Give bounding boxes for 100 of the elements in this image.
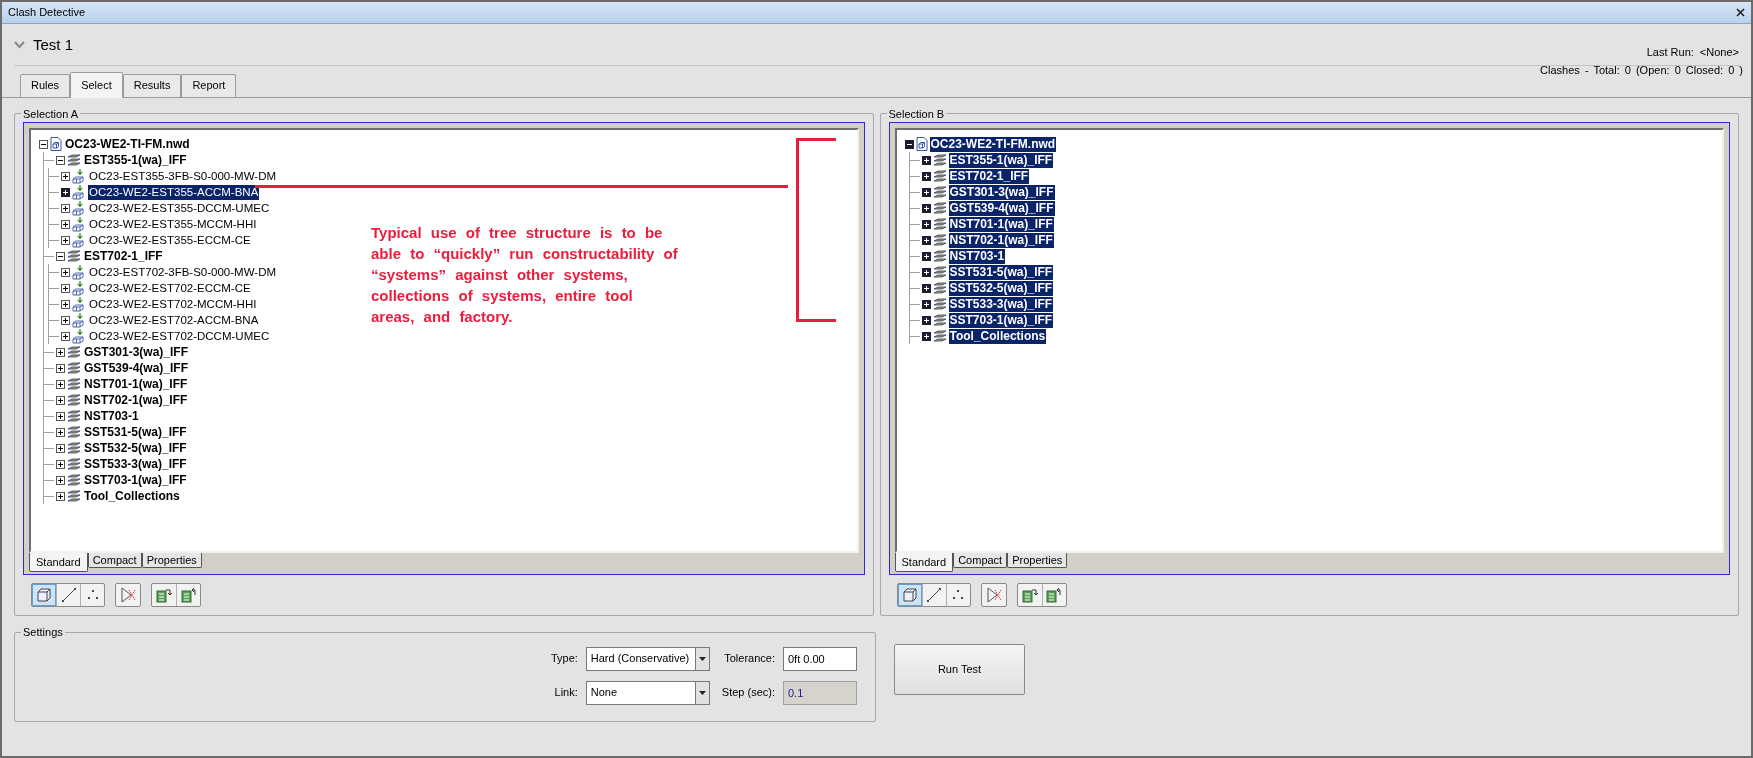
tab[interactable]: Results [122, 73, 182, 97]
tree-item[interactable]: OC23-WE2-EST355-DCCM-UMEC [88, 200, 271, 216]
expand-toggle[interactable] [61, 171, 70, 181]
tree-item[interactable]: SST532-5(wa)_IFF [83, 440, 188, 456]
layers-icon [67, 249, 81, 263]
tolerance-field[interactable]: 0ft 0.00 [783, 646, 857, 671]
link-dropdown[interactable]: None [585, 680, 710, 705]
tree-item[interactable]: OC23-WE2-TI-FM.nwd [929, 136, 1057, 152]
tree-item[interactable]: SST531-5(wa)_IFF [948, 264, 1054, 280]
view-tab[interactable]: Standard [29, 553, 88, 572]
expand-toggle[interactable] [61, 299, 70, 309]
boxes-arrow-icon [72, 264, 86, 280]
expand-toggle[interactable] [921, 235, 931, 245]
expand-toggle[interactable] [921, 171, 931, 181]
expand-toggle[interactable] [61, 235, 70, 245]
expand-toggle[interactable] [61, 187, 70, 197]
tree-item[interactable]: NST701-1(wa)_IFF [83, 376, 189, 392]
tree-item[interactable]: OC23-WE2-EST702-ECCM-CE [88, 280, 252, 296]
tree-item[interactable]: OC23-WE2-EST355-ACCM-BNA [88, 184, 260, 200]
tree-item[interactable]: Tool_Collections [948, 328, 1047, 344]
type-dropdown[interactable]: Hard (Conservative) [585, 646, 710, 671]
tree-item[interactable]: SST533-3(wa)_IFF [948, 296, 1054, 312]
toolbar-button[interactable] [32, 584, 56, 606]
expand-toggle[interactable] [56, 411, 65, 421]
tree-item[interactable]: OC23-WE2-EST702-ACCM-BNA [88, 312, 260, 328]
tree-item[interactable]: OC23-WE2-EST702-MCCM-HHI [88, 296, 258, 312]
expand-toggle[interactable] [921, 219, 931, 229]
view-tab[interactable]: Properties [141, 553, 202, 568]
expand-toggle[interactable] [61, 267, 70, 277]
tree-item[interactable]: OC23-WE2-EST355-ECCM-CE [88, 232, 252, 248]
expand-toggle[interactable] [56, 427, 65, 437]
expand-toggle[interactable] [61, 331, 70, 341]
tree-item[interactable]: EST702-1_IFF [948, 168, 1030, 184]
expand-toggle[interactable] [56, 363, 65, 373]
tree-item[interactable]: NST702-1(wa)_IFF [83, 392, 189, 408]
tree-item[interactable]: EST355-1(wa)_IFF [948, 152, 1054, 168]
tree-item[interactable]: NST703-1 [948, 248, 1006, 264]
expand-toggle[interactable] [921, 299, 931, 309]
dropdown-value: None [590, 685, 618, 701]
expand-toggle[interactable] [921, 187, 931, 197]
tree-item[interactable]: Tool_Collections [83, 488, 181, 504]
view-tab[interactable]: Standard [894, 553, 954, 572]
tab[interactable]: Report [181, 73, 237, 97]
tree-item[interactable]: SST703-1(wa)_IFF [948, 312, 1054, 328]
test-name: Test 1 [33, 35, 74, 55]
expand-toggle[interactable] [56, 395, 65, 405]
expand-toggle[interactable] [61, 203, 70, 213]
tree-item[interactable]: GST539-4(wa)_IFF [948, 200, 1055, 216]
annotation-text: Typical use of tree structure is to be able to “quickly” run constructability of “systems” against other systems, collections of systems, entire tool areas, and factory. [371, 223, 678, 327]
tree-item[interactable]: OC23-WE2-EST702-DCCM-UMEC [88, 328, 271, 344]
boxes-arrow-icon [72, 184, 86, 200]
tree-item[interactable]: GST301-3(wa)_IFF [83, 344, 190, 360]
expand-toggle[interactable] [921, 267, 931, 277]
chevron-icon[interactable] [14, 41, 25, 50]
expand-toggle[interactable] [56, 491, 65, 501]
tab[interactable]: Rules [20, 73, 71, 97]
expand-toggle[interactable] [56, 459, 65, 469]
tree-item[interactable]: SST533-3(wa)_IFF [83, 456, 188, 472]
document-icon [50, 137, 62, 151]
expand-toggle[interactable] [56, 347, 65, 357]
tree-item[interactable]: SST532-5(wa)_IFF [948, 280, 1054, 296]
run-test-button[interactable]: Run Test [894, 644, 1025, 695]
tree-item[interactable]: SST531-5(wa)_IFF [83, 424, 188, 440]
expand-toggle[interactable] [921, 315, 931, 325]
tree-item[interactable]: OC23-WE2-TI-FM.nwd [64, 136, 191, 152]
tree-item[interactable]: NST702-1(wa)_IFF [948, 232, 1054, 248]
tree-item[interactable]: OC23-EST702-3FB-S0-000-MW-DM [88, 264, 278, 280]
expand-toggle[interactable] [921, 283, 931, 293]
collapse-toggle[interactable] [56, 251, 65, 261]
tree-item[interactable]: EST355-1(wa)_IFF [83, 152, 188, 168]
dropdown-arrow-icon [698, 690, 706, 695]
view-tab[interactable]: Properties [1007, 553, 1068, 568]
expand-toggle[interactable] [921, 331, 931, 341]
expand-toggle[interactable] [921, 251, 931, 261]
close-icon[interactable] [1736, 8, 1745, 17]
expand-toggle[interactable] [61, 315, 70, 325]
toolbar-button[interactable] [897, 584, 922, 606]
tree-item[interactable]: GST539-4(wa)_IFF [83, 360, 190, 376]
layers-icon [67, 441, 81, 455]
collapse-toggle[interactable] [39, 139, 48, 149]
tab[interactable]: Select [70, 71, 123, 98]
collapse-toggle[interactable] [904, 139, 914, 149]
expand-toggle[interactable] [921, 155, 931, 165]
tree-item[interactable]: GST301-3(wa)_IFF [948, 184, 1055, 200]
expand-toggle[interactable] [56, 379, 65, 389]
tree-item[interactable]: EST702-1_IFF [83, 248, 164, 264]
tree-item[interactable]: OC23-EST355-3FB-S0-000-MW-DM [88, 168, 278, 184]
tree-item[interactable]: SST703-1(wa)_IFF [83, 472, 188, 488]
expand-toggle[interactable] [56, 475, 65, 485]
expand-toggle[interactable] [61, 219, 70, 229]
expand-toggle[interactable] [921, 203, 931, 213]
view-tab[interactable]: Compact [953, 553, 1008, 568]
expand-toggle[interactable] [56, 443, 65, 453]
view-tab[interactable]: Compact [87, 553, 142, 568]
tree-item[interactable]: NST703-1 [83, 408, 140, 424]
tree-item[interactable]: OC23-WE2-EST355-MCCM-HHI [88, 216, 258, 232]
tree-item[interactable]: NST701-1(wa)_IFF [948, 216, 1054, 232]
expand-toggle[interactable] [61, 283, 70, 293]
boxes-arrow-icon [72, 312, 86, 328]
collapse-toggle[interactable] [56, 155, 65, 165]
